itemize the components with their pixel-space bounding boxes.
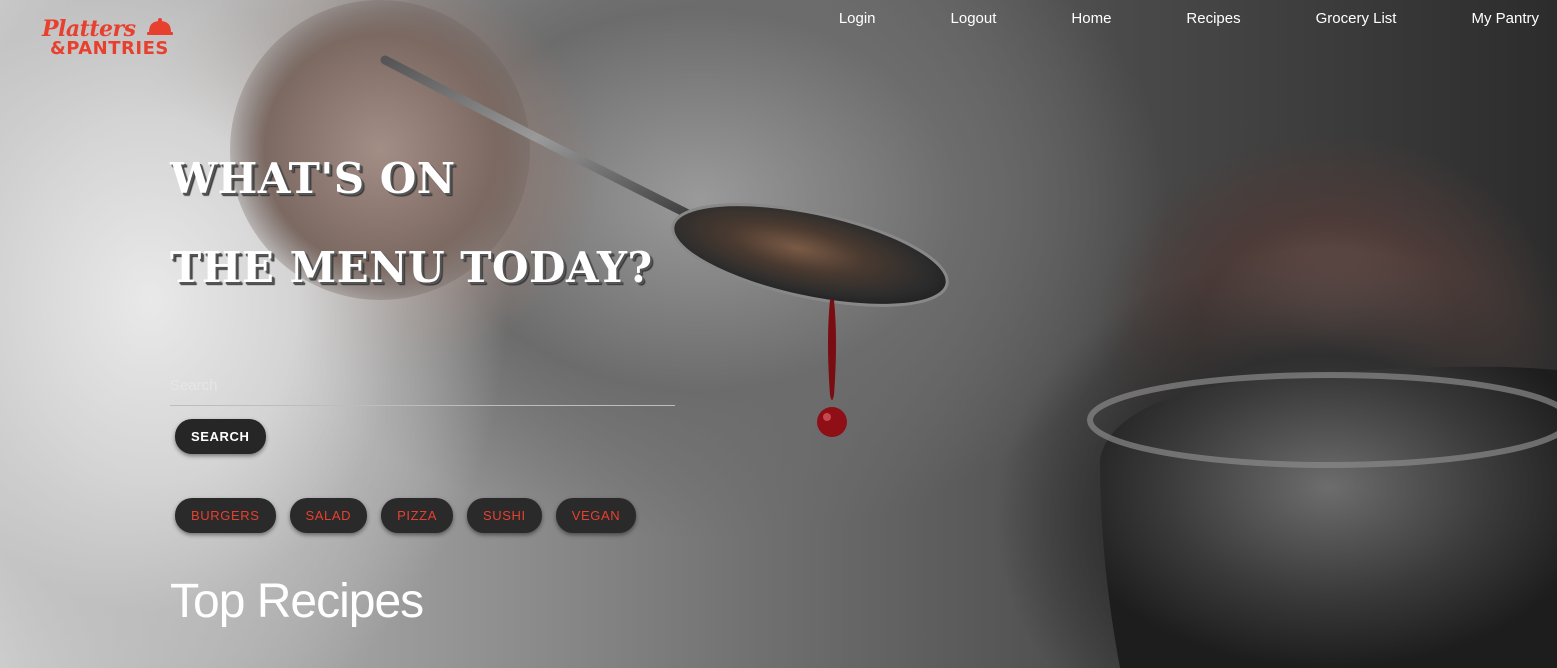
chip-burgers[interactable]: BURGERS	[175, 498, 276, 533]
spoon-illustration	[230, 0, 1557, 668]
chip-salad[interactable]: SALAD	[289, 498, 368, 533]
headline-line-1: WHAT'S ON	[170, 154, 456, 203]
sauce-drop	[817, 407, 847, 437]
top-recipes-heading: Top Recipes	[170, 575, 424, 628]
logo-text-line2: &PANTRIES	[50, 38, 169, 59]
hero-headline: WHAT'S ON THE MENU TODAY?	[170, 134, 653, 312]
top-navigation: Login Logout Home Recipes Grocery List M…	[839, 10, 1539, 28]
sauce-highlight	[823, 413, 831, 421]
sauce-drip	[828, 300, 836, 400]
nav-recipes[interactable]: Recipes	[1111, 10, 1240, 28]
nav-login[interactable]: Login	[839, 10, 876, 28]
chip-vegan[interactable]: VEGAN	[555, 498, 637, 533]
search-form: SEARCH	[170, 366, 675, 454]
brand-logo[interactable]: Platters &PANTRIES	[40, 16, 190, 66]
category-chips: BURGERS SALAD PIZZA SUSHI VEGAN	[175, 498, 637, 533]
search-input[interactable]	[170, 366, 675, 406]
pot-shape	[1100, 366, 1557, 668]
chip-pizza[interactable]: PIZZA	[381, 498, 453, 533]
headline-line-2: THE MENU TODAY?	[170, 243, 653, 292]
spoon-bowl	[671, 203, 949, 307]
nav-my-pantry[interactable]: My Pantry	[1396, 10, 1539, 28]
chip-sushi[interactable]: SUSHI	[466, 498, 542, 533]
cloche-icon	[147, 18, 173, 35]
nav-logout[interactable]: Logout	[876, 10, 997, 28]
nav-home[interactable]: Home	[996, 10, 1111, 28]
nav-grocery-list[interactable]: Grocery List	[1241, 10, 1397, 28]
search-button[interactable]: SEARCH	[175, 419, 266, 454]
